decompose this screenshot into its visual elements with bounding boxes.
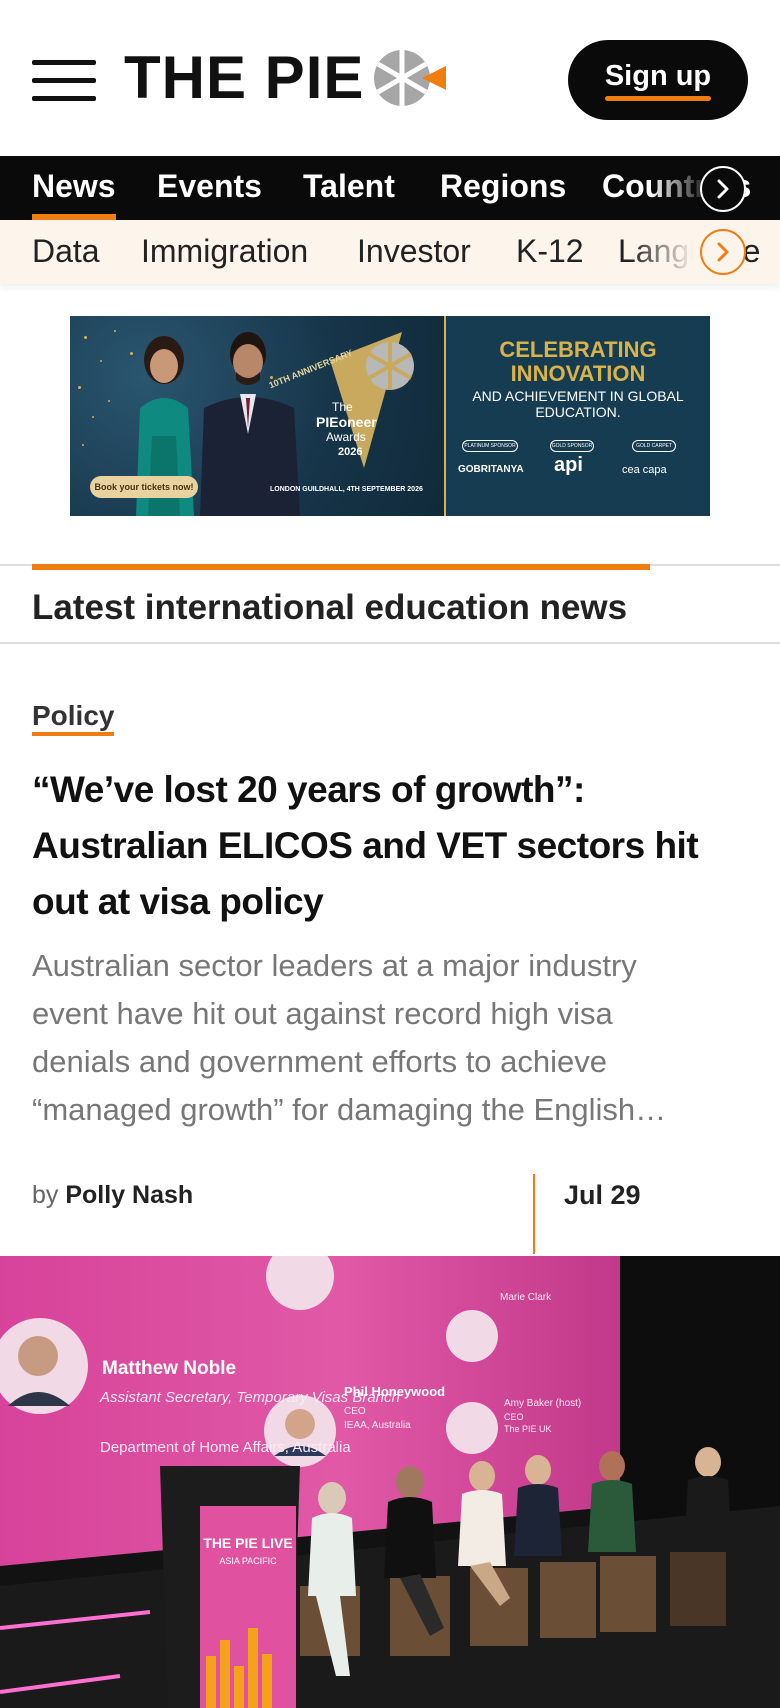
nav-scroll-right-button[interactable] bbox=[700, 166, 746, 212]
podium-brand: THE PIE LIVE bbox=[203, 1535, 292, 1551]
podium-sub: ASIA PACIFIC bbox=[219, 1556, 277, 1566]
sign-up-button[interactable]: Sign up bbox=[568, 40, 748, 120]
byline-prefix: by bbox=[32, 1181, 59, 1209]
site-header: THE PIE Sign up bbox=[0, 0, 780, 156]
sponsor-tier-3: GOLD CARPET bbox=[632, 440, 676, 452]
sponsor-tier-1: PLATINUM SPONSOR bbox=[462, 440, 518, 452]
byline-divider bbox=[533, 1174, 535, 1254]
award-year: 2026 bbox=[338, 446, 363, 458]
nav-item-events[interactable]: Events bbox=[157, 156, 262, 220]
menu-icon[interactable] bbox=[32, 60, 96, 102]
screen-speaker4-name: Amy Baker (host) bbox=[504, 1398, 581, 1409]
section-title: Latest international education news bbox=[32, 588, 628, 627]
topic-item-data[interactable]: Data bbox=[32, 220, 100, 284]
article-byline: by Polly Nash bbox=[32, 1181, 193, 1210]
chevron-right-icon bbox=[717, 179, 729, 199]
article-category[interactable]: Policy bbox=[32, 700, 115, 736]
banner-subline: AND ACHIEVEMENT IN GLOBAL EDUCATION. bbox=[472, 388, 684, 420]
chevron-right-icon bbox=[717, 242, 729, 262]
banner-text-area: CELEBRATING INNOVATION AND ACHIEVEMENT I… bbox=[446, 316, 710, 516]
site-logo[interactable]: THE PIE bbox=[124, 44, 447, 111]
banner-photo-area: Book your tickets now! 10TH ANNIVERSARY … bbox=[70, 316, 444, 516]
screen-speaker2-org: IEAA, Australia bbox=[344, 1420, 411, 1431]
topic-item-immigration[interactable]: Immigration bbox=[141, 220, 308, 284]
article-excerpt: Australian sector leaders at a major ind… bbox=[32, 948, 667, 1127]
sponsor-tier-2: GOLD SPONSOR bbox=[550, 440, 594, 452]
logo-text: THE PIE bbox=[124, 44, 365, 111]
screen-speaker3-name: Marie Clark bbox=[500, 1292, 552, 1303]
article-date: Jul 29 bbox=[564, 1180, 641, 1210]
nav-item-news[interactable]: News bbox=[32, 156, 116, 220]
screen-speaker-dept: Department of Home Affairs, Australia bbox=[100, 1439, 351, 1456]
screen-speaker2-title: CEO bbox=[344, 1406, 366, 1417]
screen-speaker2-name: Phil Honeywood bbox=[344, 1384, 445, 1399]
topic-nav: Data Immigration Investor K-12 Language bbox=[0, 220, 780, 284]
section-accent-bar bbox=[32, 564, 650, 570]
ad-slot: Book your tickets now! 10TH ANNIVERSARY … bbox=[0, 284, 780, 564]
pieoneer-awards-banner[interactable]: Book your tickets now! 10TH ANNIVERSARY … bbox=[70, 316, 710, 516]
award-line-1: The bbox=[332, 400, 353, 414]
sponsor-logo-1: GOBRITANYA bbox=[458, 464, 524, 475]
nav-item-talent[interactable]: Talent bbox=[303, 156, 395, 220]
screen-speaker4-title: CEO bbox=[504, 1412, 524, 1422]
article-photo[interactable]: Matthew Noble Assistant Secretary, Tempo… bbox=[0, 1256, 780, 1708]
topic-nav-fade bbox=[630, 220, 710, 284]
nav-item-regions[interactable]: Regions bbox=[440, 156, 566, 220]
banner-headline: CELEBRATING INNOVATION bbox=[499, 337, 657, 386]
sign-up-label: Sign up bbox=[604, 60, 712, 101]
pie-logo-icon bbox=[374, 50, 447, 106]
article-author[interactable]: Polly Nash bbox=[65, 1181, 193, 1209]
topic-item-k12[interactable]: K-12 bbox=[516, 220, 584, 284]
topic-scroll-right-button[interactable] bbox=[700, 229, 746, 275]
award-line-2: PIEoneer bbox=[316, 414, 377, 430]
book-tickets-pill[interactable]: Book your tickets now! bbox=[90, 476, 198, 498]
section-header: Latest international education news bbox=[0, 564, 780, 644]
conference-stage-photo: Matthew Noble Assistant Secretary, Tempo… bbox=[0, 1256, 780, 1708]
screen-speaker4-org: The PIE UK bbox=[504, 1424, 552, 1434]
sponsor-logo-2: api bbox=[554, 454, 583, 476]
article-headline[interactable]: “We’ve lost 20 years of growth”: Austral… bbox=[32, 762, 732, 930]
sponsor-logo-3: cea capa bbox=[622, 464, 667, 476]
screen-speaker-name: Matthew Noble bbox=[102, 1358, 236, 1379]
topic-item-investor[interactable]: Investor bbox=[357, 220, 471, 284]
article-card: Policy “We’ve lost 20 years of growth”: … bbox=[0, 644, 780, 1256]
award-line-3: Awards bbox=[326, 430, 366, 444]
venue-label: LONDON GUILDHALL, 4TH SEPTEMBER 2026 bbox=[270, 486, 423, 493]
primary-nav: News Events Talent Regions Countries bbox=[0, 156, 780, 220]
